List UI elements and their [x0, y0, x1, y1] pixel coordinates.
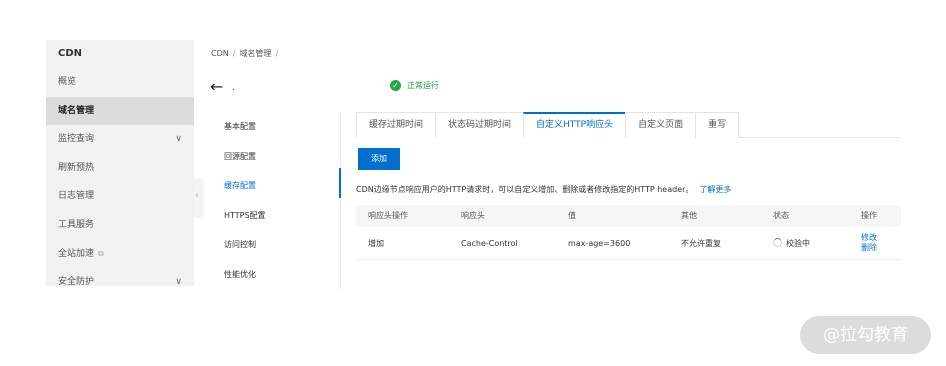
breadcrumb: CDN / 域名管理 /: [211, 48, 282, 59]
edit-link[interactable]: 修改: [861, 233, 901, 243]
subnav-active-indicator: [339, 168, 341, 198]
status-text: 正常运行: [407, 81, 439, 90]
cell-value: max-age=3600: [568, 238, 631, 248]
back-arrow-icon[interactable]: ←: [210, 79, 223, 95]
sidebar-item-label: 全站加速: [58, 248, 95, 259]
sidebar-collapse-toggle[interactable]: ‹: [194, 178, 204, 218]
sidebar-title: CDN: [46, 40, 194, 68]
tab-custom-page[interactable]: 自定义页面: [625, 112, 697, 138]
config-subnav: 基本配置 回源配置 缓存配置 HTTPS配置 访问控制 性能优化: [224, 112, 336, 289]
column-header-other: 其他: [681, 211, 697, 220]
learn-more-link[interactable]: 了解更多: [699, 185, 731, 194]
table-header: 响应头操作 响应头 值 其他 状态 操作: [356, 205, 901, 227]
sidebar-item-logs[interactable]: 日志管理: [46, 182, 194, 211]
subnav-item-performance[interactable]: 性能优化: [224, 260, 336, 290]
tab-cache-expiry[interactable]: 缓存过期时间: [356, 112, 437, 138]
domain-name: .: [232, 83, 235, 93]
status-badge: ✓ 正常运行: [390, 80, 439, 91]
sidebar-item-monitoring[interactable]: 监控查询 ∨: [46, 125, 194, 154]
cache-tabs: 缓存过期时间 状态码过期时间 自定义HTTP响应头 自定义页面 重写: [356, 112, 900, 138]
subnav-item-cache[interactable]: 缓存配置: [224, 171, 336, 201]
breadcrumb-separator: /: [232, 49, 236, 58]
tab-status-code-expiry[interactable]: 状态码过期时间: [435, 112, 525, 138]
sidebar-item-security[interactable]: 安全防护 ∨: [46, 268, 194, 286]
check-circle-icon: ✓: [390, 80, 401, 91]
table-row: 增加 Cache-Control max-age=3600 不允许重复 校验中 …: [356, 227, 901, 260]
cell-operation: 增加: [368, 238, 384, 248]
delete-link[interactable]: 删除: [861, 243, 901, 253]
subnav-item-origin[interactable]: 回源配置: [224, 142, 336, 172]
cell-header: Cache-Control: [461, 238, 518, 248]
cell-other: 不允许重复: [681, 238, 721, 248]
tab-rewrite[interactable]: 重写: [695, 112, 740, 138]
cell-status: 校验中: [773, 237, 861, 249]
add-button[interactable]: 添加: [358, 148, 400, 170]
column-header-status: 状态: [773, 211, 789, 220]
header-rules-table: 响应头操作 响应头 值 其他 状态 操作 增加 Cache-Control ma…: [356, 205, 901, 260]
column-header-actions: 操作: [861, 211, 877, 220]
sidebar-item-domain-management[interactable]: 域名管理: [46, 96, 194, 126]
sidebar-item-label: 刷新预热: [58, 162, 95, 173]
cell-actions: 修改 删除: [861, 233, 901, 253]
chevron-down-icon: ∨: [175, 277, 182, 286]
column-header-operation: 响应头操作: [368, 211, 408, 220]
sidebar-item-label: 工具服务: [58, 219, 95, 230]
sidebar-item-refresh[interactable]: 刷新预热: [46, 154, 194, 183]
sidebar-item-label: 概览: [58, 77, 77, 87]
breadcrumb-item[interactable]: 域名管理: [239, 49, 271, 58]
external-link-icon: ⧉: [98, 248, 104, 258]
sidebar: CDN 概览 域名管理 监控查询 ∨ 刷新预热 日志管理 工具服务 全站加速 ⧉ 安…: [46, 40, 194, 286]
breadcrumb-separator: /: [275, 49, 279, 58]
column-header-header: 响应头: [461, 211, 485, 220]
subnav-item-access-control[interactable]: 访问控制: [224, 230, 336, 260]
loading-spinner-icon: [773, 237, 782, 247]
breadcrumb-item[interactable]: CDN: [211, 49, 229, 58]
sidebar-item-label: 监控查询: [58, 134, 95, 145]
column-header-value: 值: [568, 211, 576, 220]
watermark-logo: @拉勾教育: [800, 316, 931, 354]
sidebar-item-overview[interactable]: 概览: [46, 68, 194, 97]
sidebar-item-label: 域名管理: [58, 105, 95, 116]
description-text: CDN边缘节点响应用户的HTTP请求时，可以自定义增加、删除或者修改指定的HTT…: [356, 184, 731, 195]
tab-custom-http-header[interactable]: 自定义HTTP响应头: [523, 112, 627, 138]
sidebar-item-dcdn[interactable]: 全站加速 ⧉: [46, 240, 194, 269]
chevron-down-icon: ∨: [175, 134, 182, 145]
subnav-divider: [340, 112, 341, 290]
chevron-left-icon: ‹: [195, 191, 199, 201]
description-body: CDN边缘节点响应用户的HTTP请求时，可以自定义增加、删除或者修改指定的HTT…: [356, 185, 694, 194]
status-text: 校验中: [786, 238, 810, 248]
sidebar-item-label: 日志管理: [58, 191, 95, 202]
subnav-item-https[interactable]: HTTPS配置: [224, 201, 336, 231]
sidebar-item-tools[interactable]: 工具服务: [46, 211, 194, 240]
sidebar-item-label: 安全防护: [58, 277, 95, 286]
subnav-item-basic[interactable]: 基本配置: [224, 112, 336, 142]
